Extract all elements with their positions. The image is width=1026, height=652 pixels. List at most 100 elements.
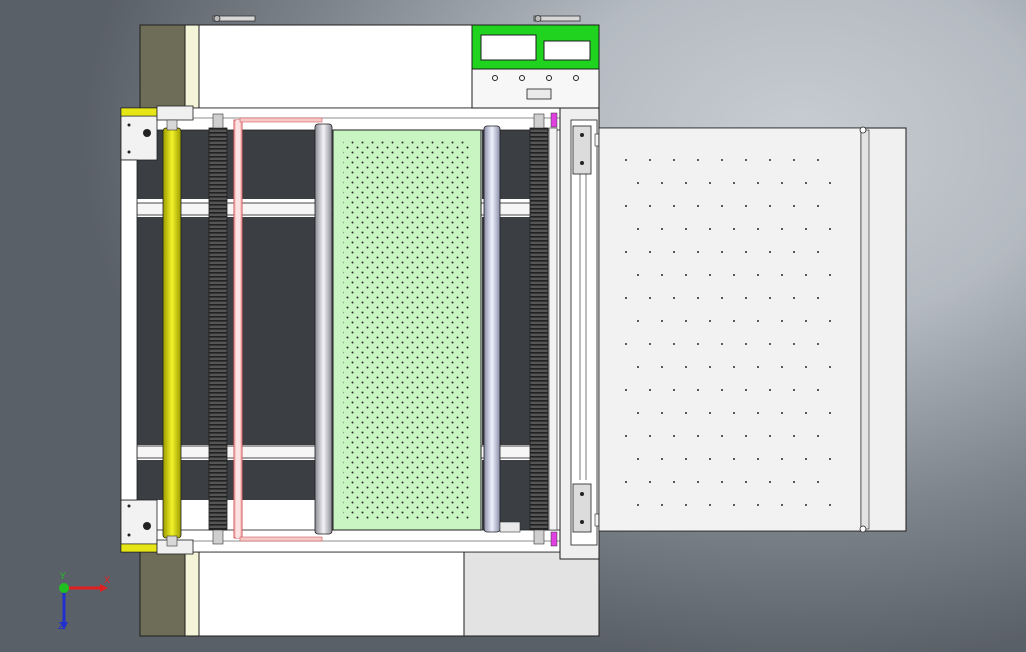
table-hole	[757, 182, 759, 184]
table-hole	[625, 343, 627, 345]
table-hole	[733, 366, 735, 368]
table-hole	[745, 389, 747, 391]
table-hole	[793, 159, 795, 161]
table-hole	[649, 435, 651, 437]
table-hole	[649, 389, 651, 391]
table-hole	[697, 435, 699, 437]
table-hole	[709, 412, 711, 414]
table-hole	[829, 228, 831, 230]
pink-roller[interactable]	[233, 119, 243, 539]
table-hole	[769, 297, 771, 299]
table-hole	[673, 251, 675, 253]
table-hole	[637, 228, 639, 230]
table-hole	[625, 159, 627, 161]
table-hole	[817, 205, 819, 207]
table-hole	[697, 251, 699, 253]
table-hole	[745, 205, 747, 207]
cad-model-view[interactable]	[0, 0, 1026, 652]
table-hole	[745, 435, 747, 437]
table-hole	[733, 458, 735, 460]
table-hole	[805, 182, 807, 184]
table-hole	[637, 504, 639, 506]
yellow-roller[interactable]	[162, 119, 182, 547]
table-hole	[829, 320, 831, 322]
brush-roller-left[interactable]	[208, 113, 228, 545]
table-hole	[829, 366, 831, 368]
table-hole	[637, 366, 639, 368]
brush-roller-right[interactable]	[529, 113, 558, 545]
table-hole	[793, 435, 795, 437]
table-hole	[805, 228, 807, 230]
table-hole	[805, 412, 807, 414]
table-hole	[673, 297, 675, 299]
table-hole	[661, 458, 663, 460]
table-hole	[625, 251, 627, 253]
table-hole	[661, 320, 663, 322]
table-hole	[721, 251, 723, 253]
table-hole	[721, 481, 723, 483]
table-hole	[649, 251, 651, 253]
table-hole	[649, 481, 651, 483]
table-hole	[685, 320, 687, 322]
table-hole	[637, 182, 639, 184]
white-roller[interactable]	[314, 123, 333, 535]
table-hole	[829, 182, 831, 184]
table-hole	[817, 251, 819, 253]
table-hole	[685, 412, 687, 414]
table-hole	[769, 159, 771, 161]
table-hole	[673, 343, 675, 345]
conveyor-table[interactable]	[598, 126, 907, 533]
table-hole	[685, 228, 687, 230]
table-hole	[793, 389, 795, 391]
table-hole	[697, 205, 699, 207]
table-hole	[757, 320, 759, 322]
table-hole	[769, 205, 771, 207]
table-hole	[685, 274, 687, 276]
table-hole	[829, 458, 831, 460]
table-hole	[817, 389, 819, 391]
table-hole	[697, 297, 699, 299]
table-hole	[649, 159, 651, 161]
table-hole	[685, 182, 687, 184]
table-hole	[733, 504, 735, 506]
table-hole	[757, 412, 759, 414]
table-hole	[781, 504, 783, 506]
table-hole	[757, 274, 759, 276]
table-hole	[769, 343, 771, 345]
table-hole	[781, 320, 783, 322]
table-hole	[793, 343, 795, 345]
table-hole	[817, 159, 819, 161]
table-hole	[661, 182, 663, 184]
table-hole	[733, 320, 735, 322]
table-hole	[793, 481, 795, 483]
control-panel[interactable]	[471, 24, 600, 109]
table-hole	[757, 366, 759, 368]
table-hole	[673, 205, 675, 207]
table-hole	[649, 297, 651, 299]
triad-z-label: Z	[58, 622, 65, 632]
table-hole	[793, 205, 795, 207]
table-hole	[721, 435, 723, 437]
table-hole	[817, 297, 819, 299]
table-hole	[745, 297, 747, 299]
table-hole	[829, 504, 831, 506]
table-hole	[625, 205, 627, 207]
table-hole	[697, 343, 699, 345]
table-hole	[673, 159, 675, 161]
table-hole	[769, 435, 771, 437]
table-hole	[625, 389, 627, 391]
table-hole	[817, 343, 819, 345]
table-hole	[829, 274, 831, 276]
table-hole	[661, 412, 663, 414]
table-hole	[637, 458, 639, 460]
table-hole	[709, 504, 711, 506]
table-hole	[661, 274, 663, 276]
table-hole	[805, 504, 807, 506]
table-hole	[781, 458, 783, 460]
table-hole	[625, 435, 627, 437]
table-hole	[793, 297, 795, 299]
table-hole	[685, 504, 687, 506]
table-hole	[829, 412, 831, 414]
table-hole	[625, 297, 627, 299]
perforated-plate[interactable]	[332, 129, 482, 531]
